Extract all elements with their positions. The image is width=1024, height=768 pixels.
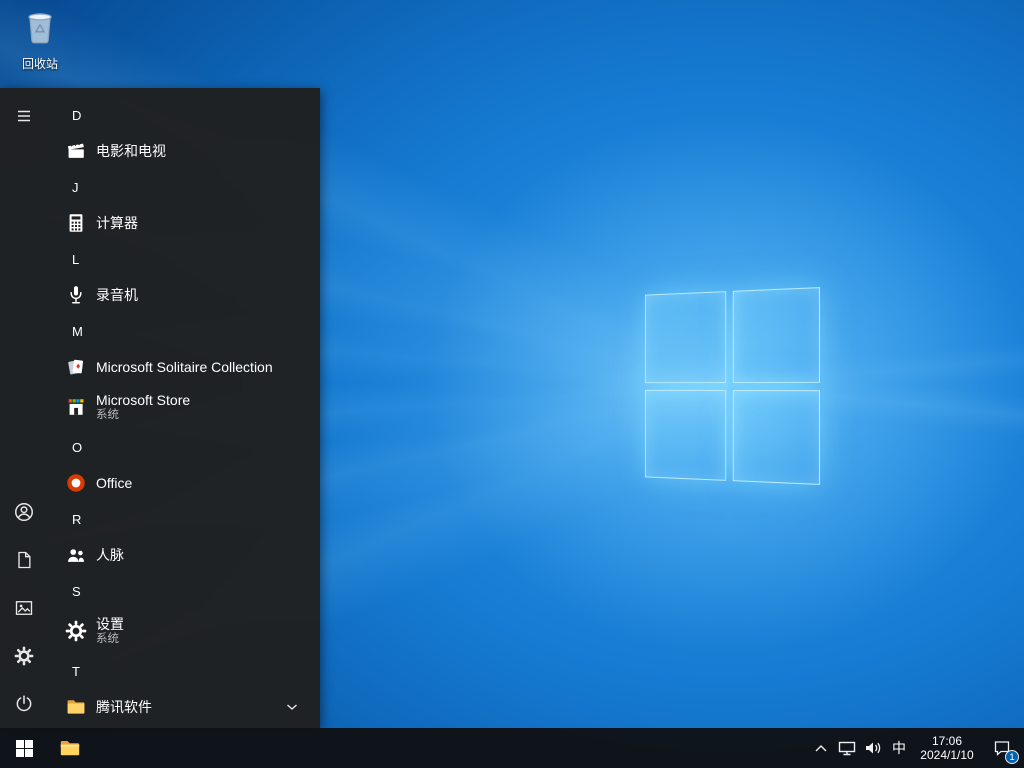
section-header-j[interactable]: J <box>48 169 320 205</box>
movies-tv-icon <box>64 139 88 163</box>
app-item-microsoft-store[interactable]: Microsoft Store 系统 <box>48 385 320 429</box>
app-item-movies-tv[interactable]: 电影和电视 <box>48 133 320 169</box>
settings-button[interactable] <box>0 632 48 680</box>
settings-gear-icon <box>64 619 88 643</box>
section-letter: L <box>72 251 80 267</box>
app-item-people[interactable]: 人脉 <box>48 537 320 573</box>
section-header-r[interactable]: R <box>48 501 320 537</box>
settings-icon <box>14 646 34 666</box>
start-button[interactable] <box>0 728 48 768</box>
section-letter: T <box>72 663 80 679</box>
windows-logo-pane <box>732 389 821 485</box>
app-label: 录音机 <box>96 287 138 303</box>
notification-badge: 1 <box>1005 750 1019 764</box>
app-sublabel: 系统 <box>96 632 119 645</box>
pictures-button[interactable] <box>0 584 48 632</box>
pictures-icon <box>15 601 33 615</box>
windows-logo-pane <box>644 291 726 383</box>
section-letter: R <box>72 511 82 527</box>
section-letter: M <box>72 323 83 339</box>
app-sublabel: 系统 <box>96 408 119 421</box>
app-label: 腾讯软件 <box>96 699 152 715</box>
recycle-bin-label: 回收站 <box>21 57 58 71</box>
tray-chevron-button[interactable] <box>808 728 834 768</box>
system-tray: 中 17:06 2024/1/10 1 <box>808 728 1024 768</box>
section-header-s[interactable]: S <box>48 573 320 609</box>
app-item-solitaire[interactable]: Microsoft Solitaire Collection <box>48 349 320 385</box>
start-menu: D 电影和电视 J 计算器 L 录音机 M Microsoft Solitair… <box>0 88 320 728</box>
section-letter: S <box>72 583 81 599</box>
windows-start-icon <box>15 739 33 757</box>
recycle-bin-icon <box>28 13 52 44</box>
expand-menu-button[interactable] <box>0 92 48 140</box>
clock-time: 17:06 <box>931 734 963 748</box>
clock-date: 2024/1/10 <box>920 748 974 762</box>
section-letter: O <box>72 439 83 455</box>
solitaire-icon <box>64 355 88 379</box>
network-button[interactable] <box>834 728 860 768</box>
section-header-l[interactable]: L <box>48 241 320 277</box>
action-center-button[interactable]: 1 <box>982 728 1022 768</box>
file-explorer-icon <box>60 741 80 756</box>
section-letter: D <box>72 107 82 123</box>
user-account-button[interactable] <box>0 488 48 536</box>
app-item-voice-recorder[interactable]: 录音机 <box>48 277 320 313</box>
windows-logo-pane <box>732 287 821 383</box>
windows-logo <box>644 287 821 485</box>
folder-item-tencent[interactable]: 腾讯软件 <box>48 689 320 725</box>
folder-icon <box>64 695 88 719</box>
app-label: 人脉 <box>96 547 124 563</box>
taskbar: 中 17:06 2024/1/10 1 <box>0 728 1024 768</box>
microphone-icon <box>64 283 88 307</box>
people-icon <box>64 543 88 567</box>
store-icon <box>64 395 88 419</box>
clock[interactable]: 17:06 2024/1/10 <box>912 728 982 768</box>
network-icon <box>838 741 856 756</box>
start-menu-rail <box>0 88 48 728</box>
chevron-up-icon <box>815 744 827 751</box>
windows-logo-pane <box>644 389 726 481</box>
section-header-t[interactable]: T <box>48 653 320 689</box>
section-header-d[interactable]: D <box>48 97 320 133</box>
ime-indicator[interactable]: 中 <box>886 728 912 768</box>
recycle-bin[interactable]: 回收站 <box>8 6 72 72</box>
user-icon <box>15 503 33 521</box>
app-label: 设置 <box>96 615 124 632</box>
volume-button[interactable] <box>860 728 886 768</box>
app-label: Office <box>96 475 133 491</box>
app-item-office[interactable]: Office <box>48 465 320 501</box>
hamburger-icon <box>18 110 30 122</box>
section-header-m[interactable]: M <box>48 313 320 349</box>
office-icon <box>64 471 88 495</box>
app-label: 计算器 <box>96 215 138 231</box>
app-label: 电影和电视 <box>96 143 166 159</box>
power-icon <box>16 695 32 712</box>
app-list: D 电影和电视 J 计算器 L 录音机 M Microsoft Solitair… <box>48 88 320 728</box>
volume-icon <box>866 742 881 754</box>
app-label: Microsoft Solitaire Collection <box>96 359 273 375</box>
app-label: Microsoft Store <box>96 391 191 408</box>
section-header-o[interactable]: O <box>48 429 320 465</box>
documents-button[interactable] <box>0 536 48 584</box>
documents-icon <box>18 551 31 569</box>
section-letter: J <box>72 179 79 195</box>
desktop: 回收站 D 电影和电视 J 计算器 L 录音机 M Microsoft Soli… <box>0 0 1024 768</box>
power-button[interactable] <box>0 680 48 728</box>
app-item-settings[interactable]: 设置 系统 <box>48 609 320 653</box>
calculator-icon <box>64 211 88 235</box>
app-item-calculator[interactable]: 计算器 <box>48 205 320 241</box>
file-explorer-button[interactable] <box>48 728 92 768</box>
chevron-down-icon[interactable] <box>286 703 298 711</box>
